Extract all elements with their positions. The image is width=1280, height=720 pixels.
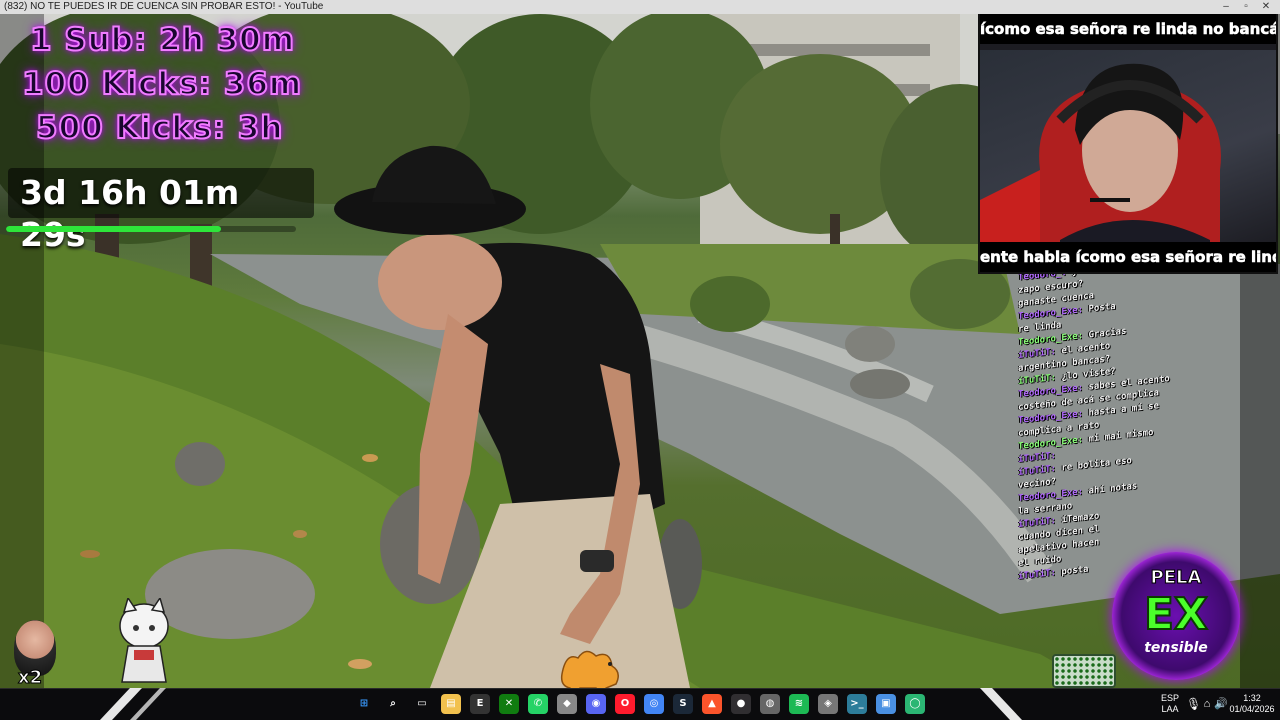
task-view-icon[interactable]: ▭ bbox=[412, 694, 432, 714]
goal-sub: 1 Sub: 2h 30m bbox=[29, 21, 296, 59]
opera-icon[interactable]: O bbox=[615, 694, 635, 714]
maximize-icon[interactable]: ▫ bbox=[1236, 0, 1256, 14]
network-icon[interactable]: ⌂ bbox=[1200, 688, 1214, 720]
chat-overlay: Teodoro_: y te lezapo escuro?ganaste cue… bbox=[1018, 248, 1248, 612]
browser-icon[interactable]: ◍ bbox=[760, 694, 780, 714]
taskbar: ⊞ ⌕ ▭ ▤ E ✕ ✆ ◆ ◉ O ◎ S ▲ ● ◍ ≋ ◈ >_ ▣ ◯ ESP LAA 🎙 ⌂ 🔊 1:32… bbox=[0, 688, 1280, 720]
obs-icon[interactable]: ● bbox=[731, 694, 751, 714]
volume-icon[interactable]: 🔊 bbox=[1214, 688, 1228, 720]
logo-line1: PELA bbox=[1150, 567, 1202, 588]
progress-fill bbox=[6, 226, 221, 232]
whatsapp-icon[interactable]: ✆ bbox=[528, 694, 548, 714]
logo-line2: EX bbox=[1143, 589, 1209, 640]
window-title: (832) NO TE PUEDES IR DE CUENCA SIN PROB… bbox=[4, 1, 324, 12]
ticker-top: ícomo esa señora re linda no bancás bbox=[980, 14, 1276, 44]
minimize-icon[interactable]: – bbox=[1216, 0, 1236, 14]
decorative-stripes-right bbox=[980, 688, 1022, 720]
app-icon[interactable]: ▣ bbox=[876, 694, 896, 714]
microphone-icon[interactable]: 🎙 bbox=[1186, 688, 1201, 720]
clock[interactable]: 1:32 01/04/2026 bbox=[1228, 688, 1276, 720]
brave-icon[interactable]: ▲ bbox=[702, 694, 722, 714]
logo-line3: tensible bbox=[1144, 640, 1208, 656]
countdown-timer: 3d 16h 01m 29s bbox=[8, 168, 314, 254]
steam-icon[interactable]: S bbox=[673, 694, 693, 714]
ticker-bottom: ente habla ícomo esa señora re linda bbox=[980, 242, 1276, 272]
chat-text: Gracias bbox=[1088, 326, 1127, 341]
discord-icon[interactable]: ◉ bbox=[586, 694, 606, 714]
goal-500-kicks: 500 Kicks: 3h bbox=[35, 109, 284, 147]
app-icon[interactable]: ◈ bbox=[818, 694, 838, 714]
sticker-jar bbox=[1052, 654, 1116, 688]
search-icon[interactable]: ⌕ bbox=[383, 694, 403, 714]
goal-100-kicks: 100 Kicks: 36m bbox=[21, 65, 303, 103]
xbox-icon[interactable]: ✕ bbox=[499, 694, 519, 714]
chat-username: íTuTiT: bbox=[1018, 567, 1062, 582]
screen: (832) NO TE PUEDES IR DE CUENCA SIN PROB… bbox=[0, 0, 1280, 720]
chrome-icon[interactable]: ◎ bbox=[644, 694, 664, 714]
anime-sticker bbox=[119, 598, 169, 683]
webcam-overlay: ícomo esa señora re linda no bancás ente… bbox=[978, 12, 1278, 274]
window-title-bar: (832) NO TE PUEDES IR DE CUENCA SIN PROB… bbox=[0, 0, 1280, 14]
channel-logo: PELA EX tensible bbox=[1112, 552, 1240, 680]
streamer-figure bbox=[980, 63, 1221, 250]
close-icon[interactable]: ✕ bbox=[1256, 0, 1276, 14]
epic-games-icon[interactable]: E bbox=[470, 694, 490, 714]
countdown-progress-bar bbox=[6, 226, 296, 232]
webcam-feed bbox=[980, 50, 1276, 250]
file-explorer-icon[interactable]: ▤ bbox=[441, 694, 461, 714]
chat-text: Posta bbox=[1088, 301, 1116, 315]
decorative-stripes bbox=[100, 688, 166, 720]
spotify-icon[interactable]: ≋ bbox=[789, 694, 809, 714]
chat-text: posta bbox=[1061, 564, 1089, 578]
terminal-icon[interactable]: >_ bbox=[847, 694, 867, 714]
language-indicator[interactable]: ESP LAA bbox=[1156, 688, 1184, 720]
countdown-text: 3d 16h 01m 29s bbox=[20, 173, 240, 254]
start-icon[interactable]: ⊞ bbox=[354, 694, 374, 714]
app-icon[interactable]: ◆ bbox=[557, 694, 577, 714]
multiplier-label: x2 bbox=[17, 667, 43, 688]
app-icon[interactable]: ◯ bbox=[905, 694, 925, 714]
